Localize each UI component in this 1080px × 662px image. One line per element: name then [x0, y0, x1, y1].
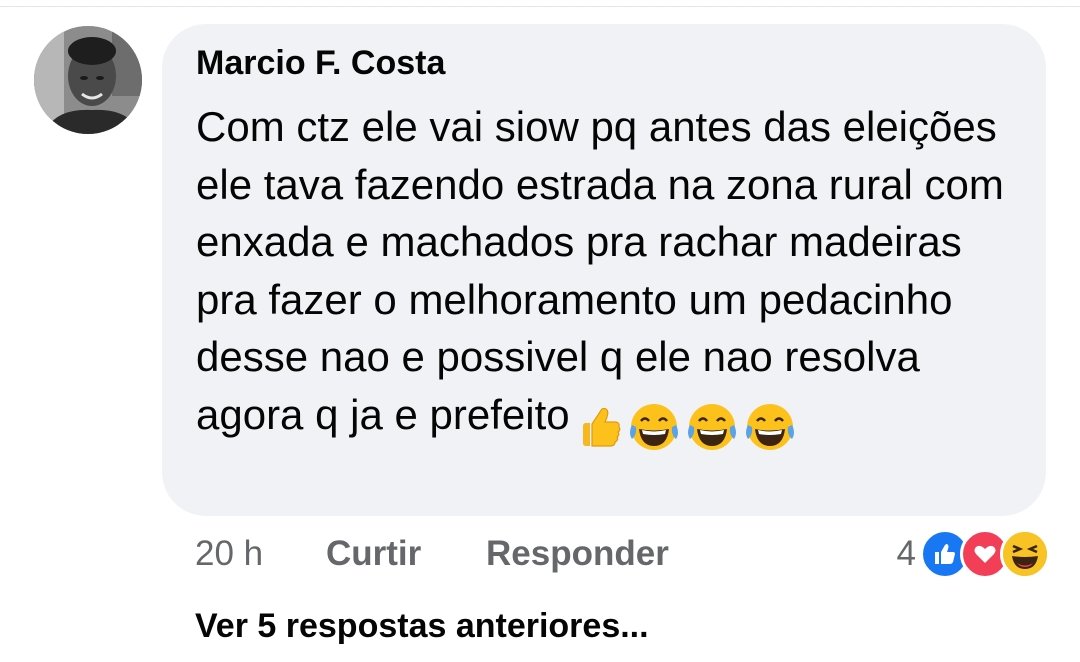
comment-text: Com ctz ele vai siow pq antes das eleiçõ… — [196, 103, 1004, 438]
avatar[interactable] — [34, 26, 142, 134]
divider — [0, 6, 1080, 7]
haha-reaction-icon — [1000, 529, 1050, 579]
tears-of-joy-emoji — [629, 404, 678, 451]
comment-thread: Marcio F. Costa Com ctz ele vai siow pq … — [0, 0, 1080, 662]
reaction-count: 4 — [896, 534, 916, 573]
tears-of-joy-emoji — [687, 404, 736, 451]
view-previous-replies-link[interactable]: Ver 5 respostas anteriores... — [195, 607, 649, 646]
like-button[interactable]: Curtir — [326, 534, 421, 574]
comment-timestamp[interactable]: 20 h — [195, 534, 263, 574]
thumbs-up-emoji — [582, 408, 620, 448]
emoji-row — [578, 396, 800, 456]
reaction-icons — [920, 529, 1050, 579]
avatar-photo — [34, 26, 142, 134]
reaction-summary[interactable]: 4 — [897, 526, 1050, 582]
tears-of-joy-emoji — [745, 404, 794, 451]
reply-button[interactable]: Responder — [486, 534, 669, 574]
author-name[interactable]: Marcio F. Costa — [196, 44, 445, 83]
comment-body: Com ctz ele vai siow pq antes das eleiçõ… — [196, 98, 1026, 455]
